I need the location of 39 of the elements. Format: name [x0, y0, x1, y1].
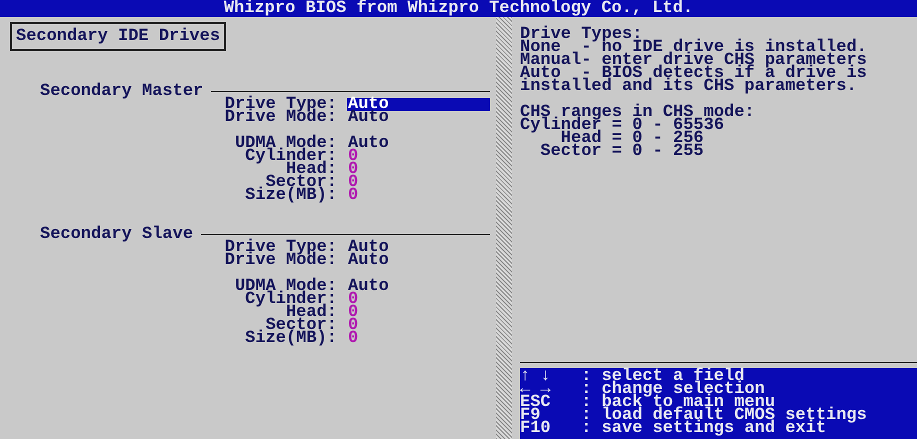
field-value[interactable]: Auto	[347, 137, 389, 150]
range-label: Sector	[539, 145, 602, 158]
field-label: Head:	[286, 306, 337, 319]
key-name: F9	[520, 409, 540, 422]
field-value[interactable]: 0	[347, 163, 358, 176]
key-name: F10	[520, 422, 552, 435]
field-label: Drive Mode:	[224, 254, 337, 267]
help-heading: Drive Types:	[520, 28, 642, 41]
field-value[interactable]: Auto	[347, 111, 389, 124]
range-value: = 0 - 256	[612, 132, 704, 145]
key-action: : save settings and exit	[581, 422, 826, 435]
field-value[interactable]: 0	[347, 176, 358, 189]
field-value[interactable]: Auto	[347, 280, 389, 293]
key-name: ↑ ↓	[520, 370, 552, 383]
field-value[interactable]: 0	[347, 306, 358, 319]
field-value[interactable]: Auto	[347, 241, 389, 254]
key-name: ← →	[520, 383, 552, 396]
help-text: installed and its CHS parameters.	[520, 80, 857, 93]
group-heading: Secondary Master	[40, 85, 204, 98]
range-label: Head	[560, 132, 602, 145]
range-label: Cylinder	[520, 119, 602, 132]
range-value: = 0 - 255	[612, 145, 704, 158]
field-value[interactable]: Auto	[347, 98, 490, 111]
field-label: Size(MB):	[244, 332, 337, 345]
field-label: Cylinder:	[245, 293, 337, 306]
field-label: Size(MB):	[244, 189, 337, 202]
field-value[interactable]: 0	[347, 319, 358, 332]
field-value[interactable]: Auto	[347, 254, 389, 267]
range-value: = 0 - 65536	[612, 119, 724, 132]
group-heading: Secondary Slave	[40, 228, 194, 241]
field-value[interactable]: 0	[347, 332, 358, 345]
field-value[interactable]: 0	[347, 293, 358, 306]
field-value[interactable]: 0	[347, 189, 358, 202]
field-label: Drive Mode:	[224, 111, 337, 124]
field-label: Cylinder:	[245, 150, 337, 163]
key-name: ESC	[520, 396, 552, 409]
field-label: Head:	[286, 163, 337, 176]
field-value[interactable]: 0	[347, 150, 358, 163]
section-title: Secondary IDE Drives	[10, 22, 226, 51]
